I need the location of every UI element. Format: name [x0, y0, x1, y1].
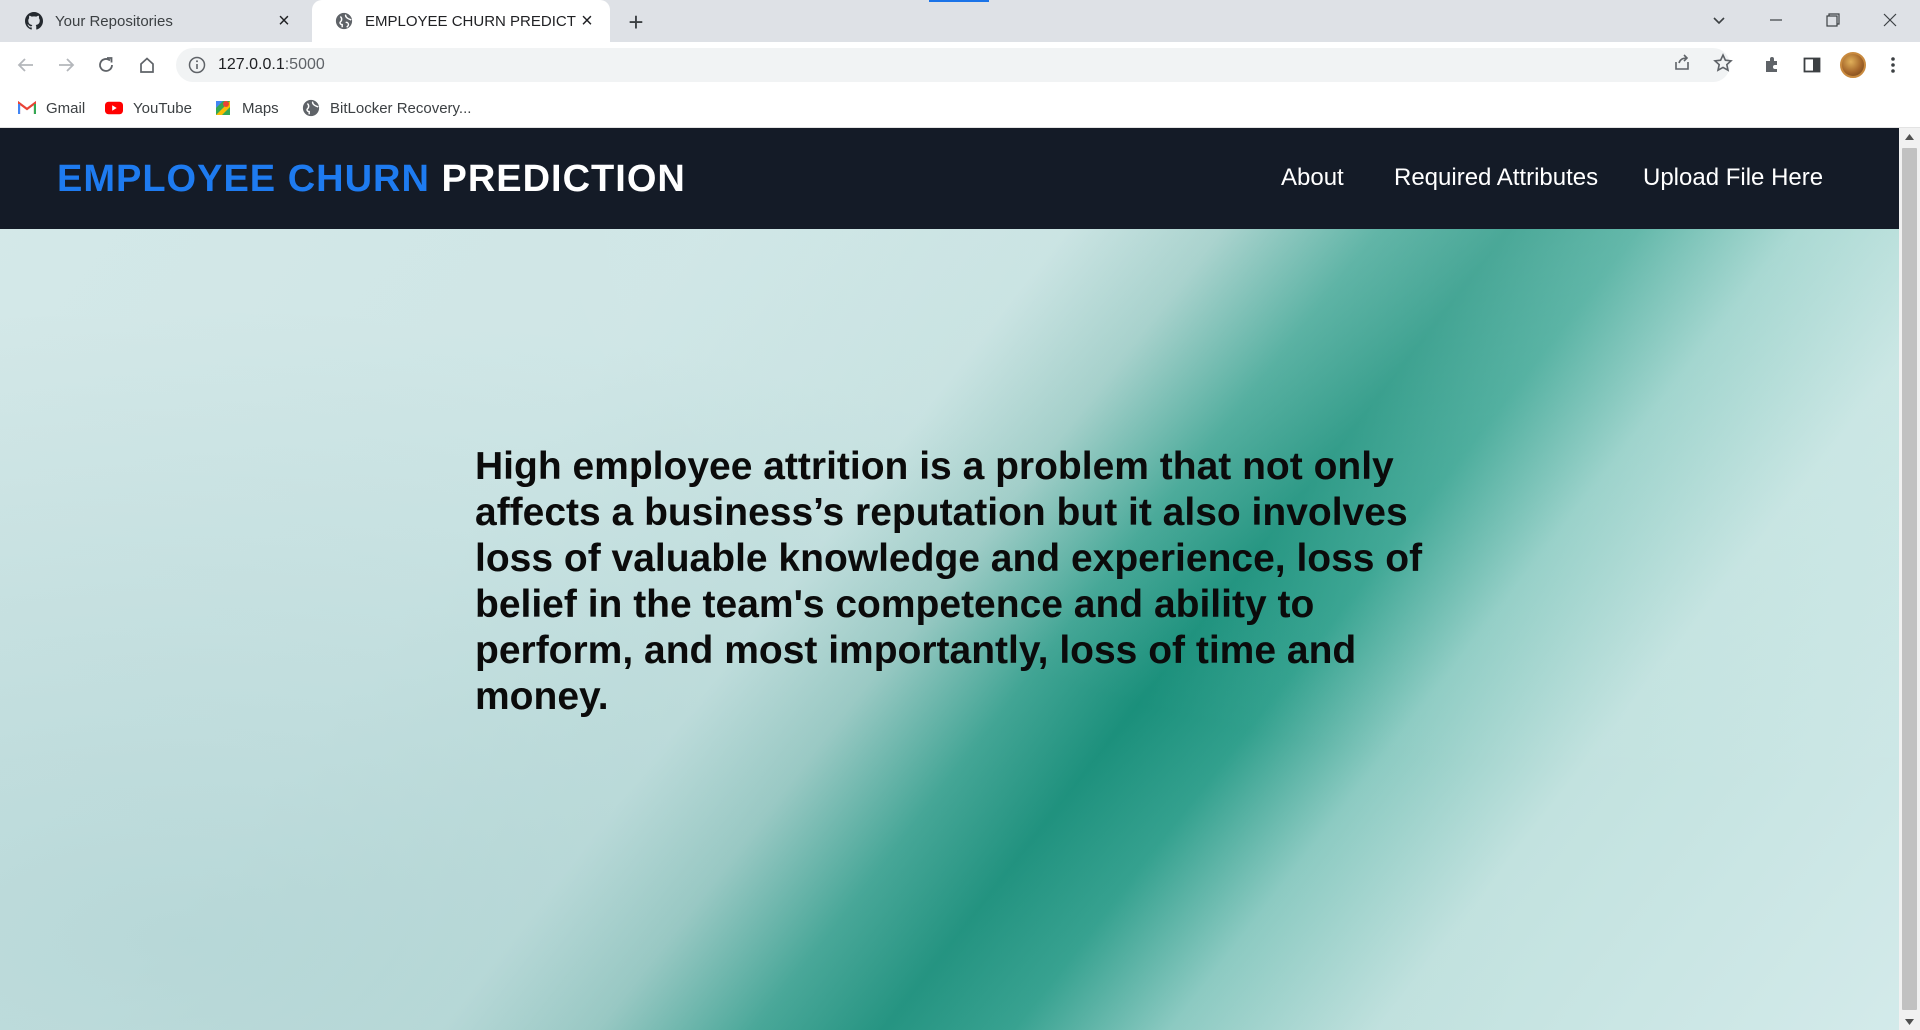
- back-icon[interactable]: [10, 49, 42, 81]
- bookmark-label: YouTube: [133, 99, 192, 117]
- tab-strip: Your Repositories × EMPLOYEE CHURN PREDI…: [0, 0, 1920, 42]
- new-tab-button[interactable]: +: [622, 7, 650, 37]
- nav-link-upload-file[interactable]: Upload File Here: [1643, 164, 1823, 192]
- bookmark-bitlocker[interactable]: BitLocker Recovery...: [302, 96, 471, 120]
- site-info-icon[interactable]: [188, 56, 206, 74]
- url-host: 127.0.0.1: [218, 56, 285, 73]
- youtube-icon: [105, 99, 123, 117]
- site-navbar: EMPLOYEE CHURN PREDICTION About Required…: [0, 128, 1899, 229]
- tab-employee-churn[interactable]: EMPLOYEE CHURN PREDICTION ×: [312, 0, 610, 42]
- close-window-icon[interactable]: [1865, 0, 1915, 40]
- bookmark-label: Maps: [242, 99, 279, 117]
- close-icon[interactable]: ×: [576, 10, 598, 32]
- page-scrollbar[interactable]: [1899, 128, 1920, 1030]
- github-icon: [24, 11, 44, 31]
- share-icon[interactable]: [1667, 48, 1697, 78]
- maps-icon: [214, 99, 232, 117]
- brand-part-2: PREDICTION: [441, 158, 686, 200]
- home-icon[interactable]: [131, 49, 163, 81]
- site-brand[interactable]: EMPLOYEE CHURN PREDICTION: [57, 158, 686, 201]
- bookmark-label: Gmail: [46, 99, 86, 117]
- bookmark-maps[interactable]: Maps: [214, 96, 279, 120]
- nav-link-required-attributes[interactable]: Required Attributes: [1394, 164, 1598, 192]
- tab-title: Your Repositories: [55, 12, 173, 30]
- hero-text: High employee attrition is a problem tha…: [475, 445, 1423, 718]
- close-icon[interactable]: ×: [273, 10, 295, 32]
- tab-your-repositories[interactable]: Your Repositories ×: [2, 0, 307, 42]
- url-text: 127.0.0.1:5000: [218, 56, 325, 74]
- tab-search-icon[interactable]: [1694, 0, 1744, 40]
- profile-avatar[interactable]: [1837, 49, 1869, 81]
- address-bar[interactable]: 127.0.0.1:5000: [176, 48, 1730, 82]
- menu-kebab-icon[interactable]: [1877, 49, 1909, 81]
- url-port: :5000: [284, 56, 325, 73]
- bookmark-star-icon[interactable]: [1708, 48, 1738, 78]
- scroll-down-arrow-icon[interactable]: [1899, 1013, 1920, 1030]
- bookmark-gmail[interactable]: Gmail: [18, 96, 85, 120]
- nav-link-about[interactable]: About: [1281, 164, 1344, 192]
- avatar: [1840, 52, 1866, 78]
- extensions-icon[interactable]: [1756, 49, 1788, 81]
- gmail-icon: [18, 99, 36, 117]
- globe-icon: [302, 99, 320, 117]
- reload-icon[interactable]: [90, 49, 122, 81]
- forward-icon[interactable]: [50, 49, 82, 81]
- scroll-up-arrow-icon[interactable]: [1899, 128, 1920, 145]
- bookmarks-bar: Gmail YouTube Maps BitLocker Recovery...: [0, 88, 1920, 128]
- globe-icon: [334, 11, 354, 31]
- tab-loading-indicator: [929, 0, 989, 2]
- brand-part-1: EMPLOYEE CHURN: [57, 158, 430, 200]
- minimize-icon[interactable]: [1751, 0, 1801, 40]
- tab-title: EMPLOYEE CHURN PREDICTION: [365, 12, 576, 30]
- browser-toolbar: 127.0.0.1:5000: [0, 42, 1920, 88]
- restore-icon[interactable]: [1808, 0, 1858, 40]
- bookmark-label: BitLocker Recovery...: [330, 99, 472, 117]
- side-panel-icon[interactable]: [1796, 49, 1828, 81]
- scroll-thumb[interactable]: [1902, 148, 1917, 1010]
- bookmark-youtube[interactable]: YouTube: [105, 96, 192, 120]
